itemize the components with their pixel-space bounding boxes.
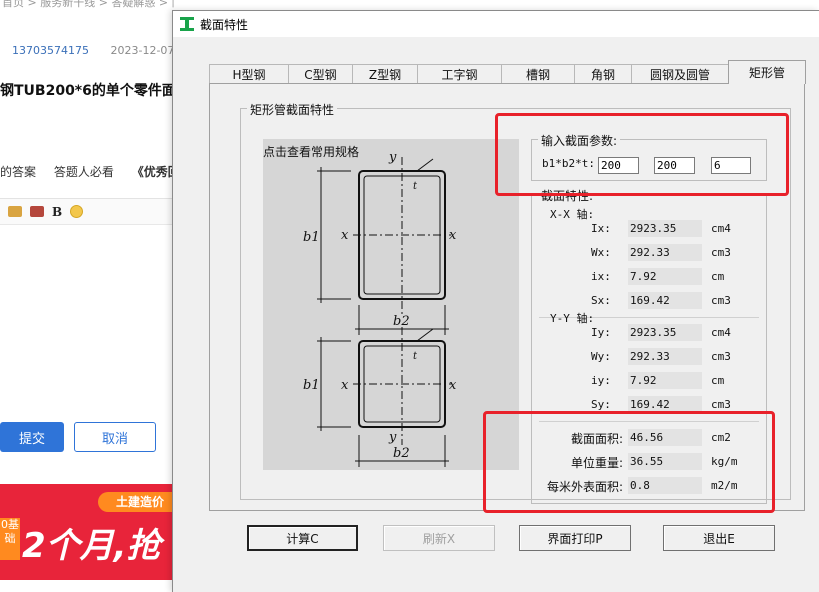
sy-label: Sy: (591, 398, 611, 411)
rx-unit: cm (711, 270, 725, 283)
background-webpage: 首页 > 服务新干线 > 答疑解惑 > 问题详情 13703574175 202… (0, 0, 175, 592)
ry-unit: cm (711, 374, 725, 387)
label-x-left: x (341, 228, 349, 243)
answer-links: 的答案 答题人必看 《优秀回 (0, 163, 175, 180)
label-x-right-2: x (449, 378, 457, 393)
label-x-right: x (449, 228, 457, 243)
tab-channel[interactable]: 槽钢 (501, 64, 575, 84)
wx-label: Wx: (591, 246, 611, 259)
banner-side-label: 0基础 (0, 518, 20, 560)
xx-axis-title: X-X 轴: (550, 208, 595, 221)
wy-value: 292.33 (628, 348, 702, 365)
label-b1-top: b1 (303, 230, 320, 245)
banner-tag: 土建造价 (98, 492, 173, 512)
highlight-summary (483, 411, 775, 513)
tab-angle[interactable]: 角钢 (574, 64, 632, 84)
question-meta: 13703574175 2023-12-07 17:08 (0, 44, 175, 57)
label-y-bottom: y (388, 430, 397, 445)
tab-i-beam[interactable]: 工字钢 (417, 64, 502, 84)
wx-unit: cm3 (711, 246, 731, 259)
link-must-read[interactable]: 答题人必看 (54, 165, 114, 179)
link-answers[interactable]: 的答案 (0, 165, 36, 179)
cancel-button[interactable]: 取消 (74, 422, 156, 452)
user-link[interactable]: 13703574175 (12, 44, 89, 57)
app-i-beam-icon (180, 17, 194, 31)
label-x-left-2: x (341, 378, 349, 393)
sx-unit: cm3 (711, 294, 731, 307)
highlight-params (495, 113, 789, 196)
refresh-button[interactable]: 刷新X (383, 525, 495, 551)
breadcrumb: 首页 > 服务新干线 > 答疑解惑 > 问题详情 (2, 0, 175, 9)
tab-z-steel[interactable]: Z型钢 (352, 64, 418, 84)
ix-unit: cm4 (711, 222, 731, 235)
ry-value: 7.92 (628, 372, 702, 389)
iy-label: Iy: (591, 326, 611, 339)
wy-unit: cm3 (711, 350, 731, 363)
exit-button[interactable]: 退出E (663, 525, 775, 551)
print-button[interactable]: 界面打印P (519, 525, 631, 551)
banner-headline: 2个月,抢 (22, 526, 161, 566)
insert-file-icon[interactable] (30, 206, 44, 217)
label-b1-bottom: b1 (303, 378, 320, 393)
tab-c-steel[interactable]: C型钢 (288, 64, 353, 84)
label-b2-bottom: b2 (393, 446, 410, 461)
group-title: 矩形管截面特性 (247, 101, 338, 118)
label-y-top: y (388, 150, 397, 165)
answer-editor[interactable]: B (0, 198, 175, 408)
bold-button[interactable]: B (52, 205, 62, 219)
dialog-titlebar[interactable]: 截面特性 (173, 11, 819, 37)
rx-value: 7.92 (628, 268, 702, 285)
sx-value: 169.42 (628, 292, 702, 309)
iy-unit: cm4 (711, 326, 731, 339)
post-date: 2023-12-07 17:08 (110, 44, 175, 57)
tab-rect-tube[interactable]: 矩形管 (728, 60, 806, 84)
ix-label: Ix: (591, 222, 611, 235)
tab-round-tube[interactable]: 圆钢及圆管 (631, 64, 729, 84)
promo-banner[interactable]: 土建造价 0基础 2个月,抢 (0, 484, 175, 580)
submit-button[interactable]: 提交 (0, 422, 64, 452)
steel-type-tabs: H型钢 C型钢 Z型钢 工字钢 槽钢 角钢 圆钢及圆管 矩形管 (209, 60, 806, 84)
dialog-title: 截面特性 (200, 17, 249, 32)
tab-h-steel[interactable]: H型钢 (209, 64, 289, 84)
yy-axis-title: Y-Y 轴: (550, 312, 595, 325)
rx-label: ix: (591, 270, 611, 283)
insert-image-icon[interactable] (8, 206, 22, 217)
calculate-button[interactable]: 计算C (247, 525, 358, 551)
section-figure[interactable]: 点击查看常用规格 y x x t b1 b2 x x t b1 y b2 (263, 139, 519, 470)
wy-label: Wy: (591, 350, 611, 363)
section-drawing: y x x t b1 b2 x x t b1 y b2 (303, 150, 457, 467)
question-title: 钢TUB200*6的单个零件面积 (0, 83, 175, 99)
link-excellent[interactable]: 《优秀回 (132, 165, 175, 179)
label-b2-top: b2 (393, 314, 410, 329)
editor-toolbar: B (0, 199, 175, 225)
label-t-top: t (413, 181, 418, 192)
iy-value: 2923.35 (628, 324, 702, 341)
emoji-icon[interactable] (70, 205, 84, 218)
sx-label: Sx: (591, 294, 611, 307)
ry-label: iy: (591, 374, 611, 387)
wx-value: 292.33 (628, 244, 702, 261)
sy-unit: cm3 (711, 398, 731, 411)
label-t-bottom: t (413, 351, 418, 362)
ix-value: 2923.35 (628, 220, 702, 237)
